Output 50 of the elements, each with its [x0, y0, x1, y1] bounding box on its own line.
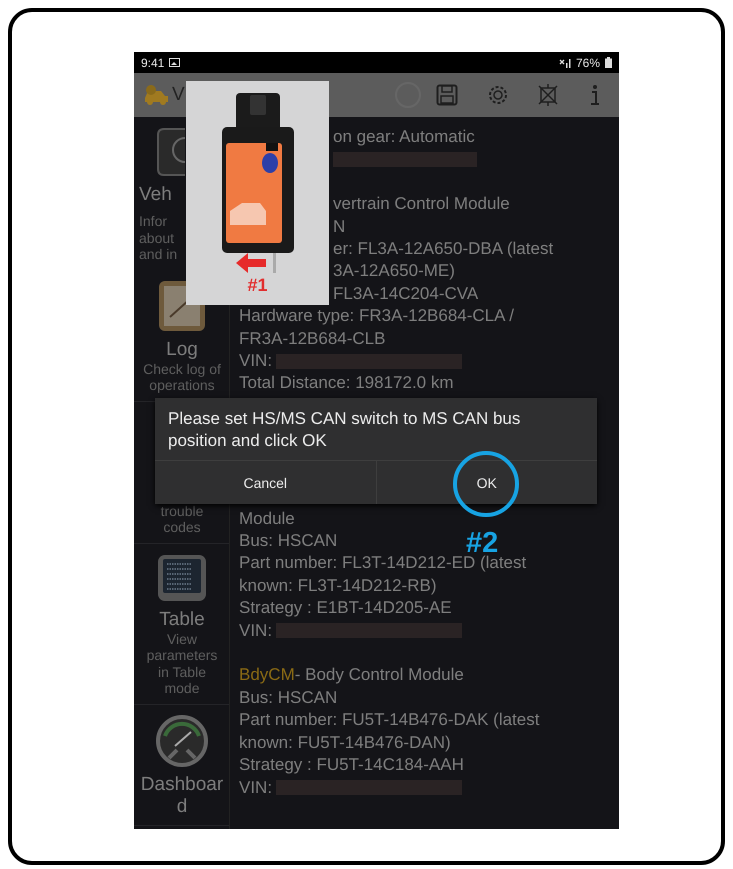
battery-percent: 76%: [576, 56, 600, 70]
info-line: Hardware type: FR3A-12B684-CLA /: [239, 305, 514, 328]
info-line: Part number: FU5T-14B476-DAK (latest: [239, 709, 540, 732]
info-line: vertrain Control Module: [333, 193, 510, 216]
info-line: known: FU5T-14B476-DAN): [239, 732, 451, 754]
dialog-button[interactable]: OK: [376, 461, 597, 504]
sidebar-item-title: Dashboard: [140, 774, 224, 818]
sidebar-item[interactable]: Dashboard: [134, 704, 229, 826]
sidebar-item-description: Check log of operations: [143, 360, 221, 394]
sidebar-item-title: Table: [158, 608, 206, 630]
info-line: VIN:: [239, 778, 272, 798]
info-line: Strategy : FU5T-14C184-AAH: [239, 754, 464, 776]
info-line: FR3A-12B684-CLB: [239, 328, 386, 350]
info-line: er: FL3A-12A650-DBA (latest: [333, 238, 554, 260]
info-line: FL3A-14C204-CVA: [333, 282, 478, 305]
dialog-button[interactable]: Cancel: [155, 461, 376, 504]
info-line: N: [333, 216, 346, 238]
app-title: V: [172, 84, 185, 106]
image-icon: [169, 58, 180, 67]
dialog-message: Please set HS/MS CAN switch to MS CAN bus position and click OK: [167, 408, 522, 452]
sidebar-item-title: Log: [165, 338, 199, 360]
step-label: #1: [247, 275, 268, 296]
car-icon: [143, 84, 169, 106]
crossed-box-icon[interactable]: [537, 84, 559, 106]
highlight-ring: [453, 451, 519, 517]
sidebar-item[interactable]: Table View parameters in Table mode: [134, 544, 229, 704]
info-icon[interactable]: [589, 83, 601, 107]
module-heading: BdyCM- Body Control Module: [239, 664, 465, 686]
signal-icon: [558, 58, 571, 68]
info-line: Bus: HSCAN: [239, 530, 338, 552]
sidebar-item-description: Infor about and in: [139, 213, 178, 262]
info-line: Total Distance: 198172.0 km: [239, 372, 454, 394]
info-line: VIN:: [239, 620, 272, 641]
save-icon[interactable]: [436, 84, 458, 106]
battery-icon: [605, 57, 612, 68]
sidebar-item-description: trouble codes: [160, 502, 204, 536]
status-time: 9:41: [141, 56, 164, 70]
info-line: VIN:: [239, 351, 272, 372]
sidebar-item-title: Veh: [139, 184, 173, 206]
info-line: known: FL3T-14D212-RB): [239, 574, 436, 597]
settings-icon[interactable]: [487, 84, 509, 106]
sidebar-item-description: View parameters in Table mode: [146, 630, 218, 696]
table-screen-icon: [156, 552, 208, 602]
info-line: Module: [239, 508, 295, 530]
dashboard-gauge-icon: [155, 714, 209, 768]
sidebar-item[interactable]: Veh Infor about and in: [134, 117, 185, 270]
info-line: 3A-12A650-ME): [333, 260, 455, 282]
info-line: Bus: HSCAN: [239, 686, 338, 709]
info-line: on gear: Automatic: [333, 126, 475, 148]
info-line: Strategy : E1BT-14D205-AE: [239, 597, 452, 620]
